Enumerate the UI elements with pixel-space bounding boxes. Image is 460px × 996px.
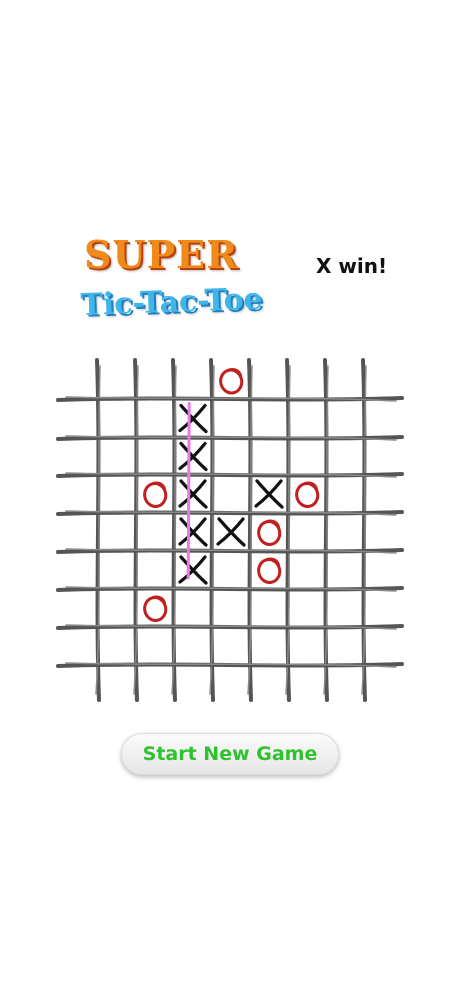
board-cell[interactable] xyxy=(251,590,288,627)
board-cell[interactable] xyxy=(289,476,326,513)
board-cell[interactable] xyxy=(327,552,364,589)
board-cell[interactable] xyxy=(99,439,136,476)
board-cell[interactable] xyxy=(327,476,364,513)
board-cell[interactable] xyxy=(175,552,212,589)
board-cell[interactable] xyxy=(213,401,250,438)
start-new-game-label: Start New Game xyxy=(142,743,318,765)
board-cell[interactable] xyxy=(251,439,288,476)
board-cell[interactable] xyxy=(251,476,288,513)
board-cell[interactable] xyxy=(213,439,250,476)
board-cell[interactable] xyxy=(175,401,212,438)
board-cell[interactable] xyxy=(289,552,326,589)
board-cell[interactable] xyxy=(99,363,136,400)
board-cell[interactable] xyxy=(327,439,364,476)
board-cell[interactable] xyxy=(99,590,136,627)
board-cell[interactable] xyxy=(175,476,212,513)
board-cell[interactable] xyxy=(327,590,364,627)
board-cell[interactable] xyxy=(137,514,174,551)
board-cell[interactable] xyxy=(175,590,212,627)
board-cell[interactable] xyxy=(99,552,136,589)
board-cell[interactable] xyxy=(99,476,136,513)
board-cell[interactable] xyxy=(213,476,250,513)
start-new-game-button[interactable]: Start New Game xyxy=(121,733,339,775)
board-cell[interactable] xyxy=(289,514,326,551)
board-cell[interactable] xyxy=(213,590,250,627)
board-cell[interactable] xyxy=(327,514,364,551)
board-cell[interactable] xyxy=(213,363,250,400)
board-cell[interactable] xyxy=(251,514,288,551)
board-cell[interactable] xyxy=(289,439,326,476)
board-cell[interactable] xyxy=(327,363,364,400)
board-cell[interactable] xyxy=(137,363,174,400)
board-cell[interactable] xyxy=(289,401,326,438)
board-cell[interactable] xyxy=(251,401,288,438)
board-cell[interactable] xyxy=(327,401,364,438)
board-cell[interactable] xyxy=(137,590,174,627)
board-cell[interactable] xyxy=(289,363,326,400)
board-cell[interactable] xyxy=(99,401,136,438)
board-cell[interactable] xyxy=(99,514,136,551)
board-cell[interactable] xyxy=(251,363,288,400)
board-cell[interactable] xyxy=(137,439,174,476)
board-cell[interactable] xyxy=(213,552,250,589)
board-cell[interactable] xyxy=(289,590,326,627)
board-cell[interactable] xyxy=(213,514,250,551)
board-cell[interactable] xyxy=(175,363,212,400)
board-cell[interactable] xyxy=(137,401,174,438)
board-cell[interactable] xyxy=(251,552,288,589)
board-cell[interactable] xyxy=(175,439,212,476)
board-cell[interactable] xyxy=(175,514,212,551)
board-cell[interactable] xyxy=(137,476,174,513)
board-cell[interactable] xyxy=(137,552,174,589)
